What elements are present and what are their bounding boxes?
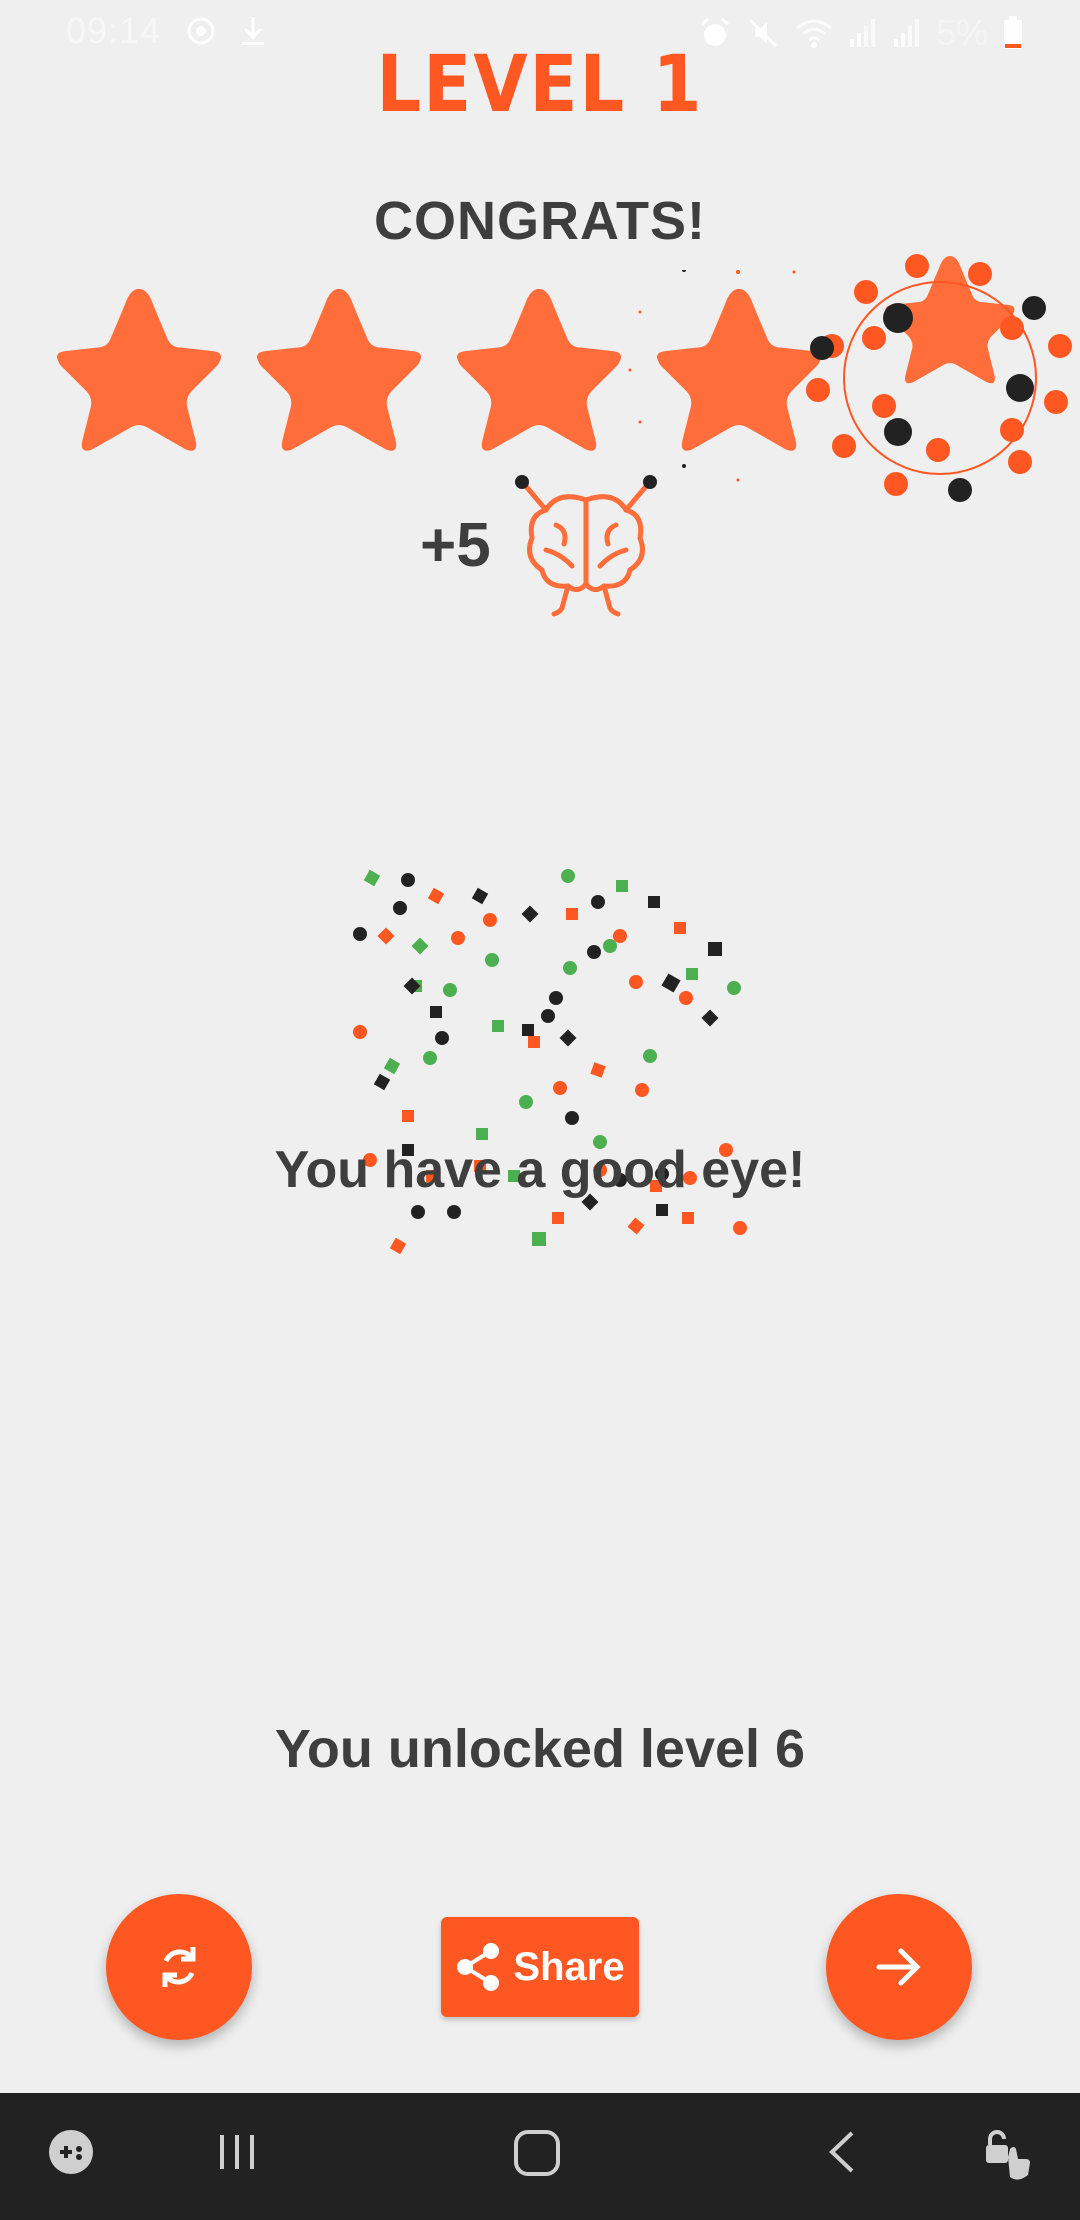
- brain-icon: [515, 475, 657, 617]
- restart-button[interactable]: [106, 1894, 252, 2040]
- result-message: You have a good eye!: [274, 1141, 806, 1199]
- sparkle-particles: [628, 270, 796, 482]
- back-icon[interactable]: [818, 2127, 868, 2177]
- share-label: Share: [513, 1944, 625, 1989]
- star-icon: [256, 288, 422, 451]
- star-icon: [456, 288, 622, 451]
- share-icon: [457, 1943, 500, 1991]
- lock-touch-icon[interactable]: [980, 2127, 1036, 2183]
- system-nav-bar: [0, 2093, 1080, 2220]
- star-burst-icon: [806, 254, 1072, 502]
- refresh-icon: [162, 1947, 196, 1987]
- star-icon: [56, 288, 222, 451]
- reward-points: +5: [410, 470, 710, 620]
- home-icon[interactable]: [511, 2127, 563, 2179]
- recents-icon[interactable]: [212, 2127, 262, 2177]
- game-launcher-icon[interactable]: [46, 2127, 96, 2177]
- arrow-right-icon: [876, 1948, 921, 1986]
- page-title: LEVEL 1: [376, 40, 704, 130]
- points-label: +5: [420, 511, 491, 580]
- next-level-button[interactable]: [826, 1894, 972, 2040]
- share-button[interactable]: Share: [441, 1917, 639, 2017]
- star-rating: [0, 254, 1080, 502]
- unlock-message: You unlocked level 6: [274, 1719, 806, 1779]
